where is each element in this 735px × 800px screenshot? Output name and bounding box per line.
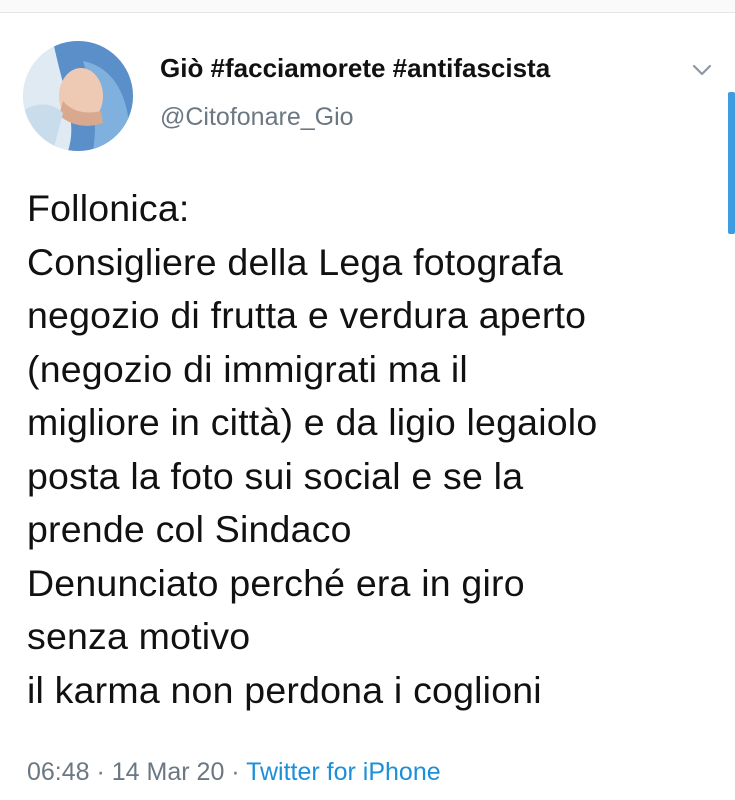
tweet-line: posta la foto sui social e se la — [27, 454, 524, 497]
meta-separator: · — [224, 758, 247, 786]
tweet-text: Follonica: Consigliere della Lega fotogr… — [27, 182, 727, 717]
tweet-line: prende col Sindaco — [27, 508, 352, 550]
tweet-line: il karma non perdona i coglioni — [27, 668, 542, 711]
avatar[interactable] — [23, 41, 133, 151]
tweet-line: Denunciato perché era in giro — [27, 561, 525, 604]
tweet-line: Consigliere della Lega fotografa — [27, 240, 563, 283]
tweet-line: migliore in città) e da ligio legaiolo — [27, 401, 598, 443]
tweet-line: senza motivo — [27, 615, 251, 657]
avatar-image — [23, 41, 133, 151]
tweet-time[interactable]: 06:48 — [27, 758, 90, 786]
meta-separator: · — [89, 758, 112, 786]
scroll-indicator[interactable] — [728, 92, 735, 234]
tweet-line: (negozio di immigrati ma il — [27, 347, 468, 390]
chevron-down-icon[interactable] — [690, 58, 714, 82]
tweet-line: negozio di frutta e verdura aperto — [27, 294, 587, 336]
author-display-name[interactable]: Giò #facciamorete #antifascista — [160, 53, 550, 84]
tweet-meta: 06:48 · 14 Mar 20 · Twitter for iPhone — [27, 758, 441, 787]
author-handle[interactable]: @Citofonare_Gio — [160, 103, 354, 132]
tweet-date[interactable]: 14 Mar 20 — [112, 758, 225, 786]
tweet-line: Follonica: — [27, 187, 190, 229]
tweet-source-link[interactable]: Twitter for iPhone — [246, 758, 441, 786]
top-divider — [0, 0, 735, 13]
